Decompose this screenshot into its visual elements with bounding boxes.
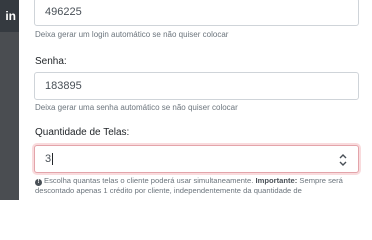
text-cursor xyxy=(52,153,54,165)
login-input[interactable]: 496225 xyxy=(34,0,359,26)
quantidade-telas-help: ! Escolha quantas telas o cliente poderá … xyxy=(35,176,367,196)
info-circle-icon: ! xyxy=(35,179,42,186)
number-spinner[interactable] xyxy=(338,152,348,168)
client-form-modal: 496225 Deixa gerar um login automático s… xyxy=(19,0,372,200)
background-login-button: in xyxy=(0,0,19,32)
help-text-important: Importante: xyxy=(255,176,298,185)
quantidade-telas-label: Quantidade de Telas: xyxy=(35,127,130,138)
chevron-down-icon xyxy=(339,161,347,166)
quantidade-telas-value: 3 xyxy=(45,153,52,165)
help-text-main: Escolha quantas telas o cliente poderá u… xyxy=(44,176,254,185)
quantidade-telas-input[interactable]: 3 xyxy=(34,145,359,173)
senha-label: Senha: xyxy=(35,56,67,67)
senha-help-text: Deixa gerar uma senha automático se não … xyxy=(35,103,238,112)
login-help-text: Deixa gerar um login automático se não q… xyxy=(35,30,229,39)
senha-input[interactable]: 183895 xyxy=(34,72,359,100)
chevron-up-icon xyxy=(339,154,347,159)
